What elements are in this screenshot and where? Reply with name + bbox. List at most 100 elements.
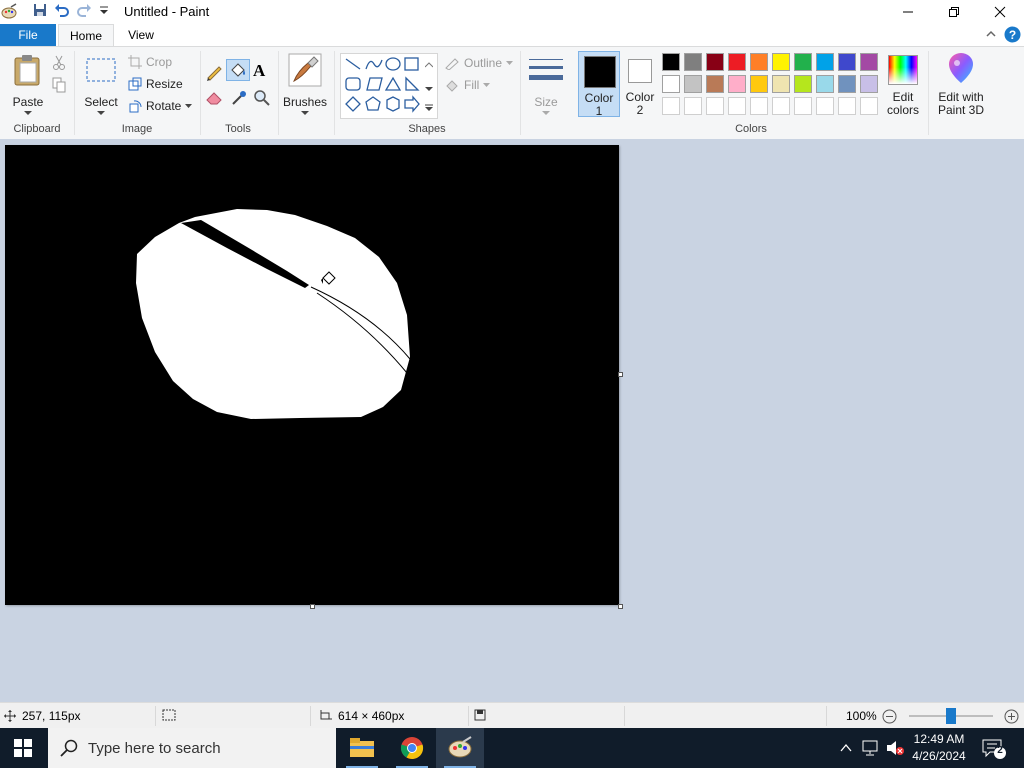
- brushes-button[interactable]: Brushes: [282, 51, 328, 117]
- shapes-gallery[interactable]: [340, 53, 438, 119]
- palette-swatch[interactable]: [706, 53, 724, 71]
- taskbar-chrome[interactable]: [388, 728, 436, 768]
- palette-swatch[interactable]: [728, 53, 746, 71]
- notifications-icon[interactable]: 2: [982, 738, 1008, 763]
- palette-swatch[interactable]: [794, 53, 812, 71]
- save-icon[interactable]: [32, 2, 50, 20]
- palette-swatch[interactable]: [772, 97, 790, 115]
- palette-swatch[interactable]: [816, 97, 834, 115]
- brushes-dropdown-icon: [301, 111, 309, 115]
- svg-text:?: ?: [1009, 28, 1016, 42]
- shapes-scroll-down-icon[interactable]: [425, 81, 433, 95]
- palette-swatch[interactable]: [860, 97, 878, 115]
- edit-colors-button[interactable]: Edit colors: [884, 51, 922, 117]
- volume-muted-icon[interactable]: [886, 740, 904, 759]
- palette-swatch[interactable]: [662, 97, 680, 115]
- palette-swatch[interactable]: [706, 75, 724, 93]
- pencil-icon[interactable]: [205, 63, 223, 84]
- magnifier-icon[interactable]: [253, 89, 271, 110]
- canvas-workspace[interactable]: [0, 139, 1024, 702]
- outline-button[interactable]: Outline: [444, 56, 514, 70]
- palette-swatch[interactable]: [662, 75, 680, 93]
- palette-swatch[interactable]: [794, 75, 812, 93]
- edit-with-paint3d-button[interactable]: Edit with Paint 3D: [932, 51, 990, 117]
- color2-button[interactable]: Color 2: [620, 51, 660, 117]
- taskbar-search-box[interactable]: Type here to search: [48, 728, 336, 768]
- shapes-scroll-up-icon[interactable]: [424, 57, 434, 71]
- resize-handle-bottom[interactable]: [310, 604, 315, 609]
- palette-swatch[interactable]: [706, 97, 724, 115]
- palette-swatch[interactable]: [772, 53, 790, 71]
- select-button[interactable]: Select: [80, 51, 122, 117]
- tab-file[interactable]: File: [0, 24, 56, 46]
- drawing-canvas[interactable]: [5, 145, 619, 605]
- eraser-icon[interactable]: [205, 89, 223, 108]
- clock-time: 12:49 AM: [913, 732, 965, 746]
- palette-swatch[interactable]: [728, 97, 746, 115]
- minimize-button[interactable]: [885, 0, 931, 24]
- fill-button[interactable]: Fill: [444, 78, 491, 92]
- color1-button[interactable]: Color 1: [578, 51, 620, 118]
- palette-swatch[interactable]: [684, 75, 702, 93]
- outline-label: Outline: [464, 56, 503, 70]
- palette-swatch[interactable]: [662, 53, 680, 71]
- fill-with-color-icon[interactable]: [226, 59, 250, 81]
- paste-button[interactable]: Paste: [8, 51, 48, 117]
- help-icon[interactable]: ?: [1004, 26, 1021, 46]
- notification-count: 2: [997, 745, 1003, 756]
- resize-button[interactable]: Resize: [128, 77, 183, 91]
- tab-home[interactable]: Home: [58, 24, 114, 47]
- copy-icon[interactable]: [52, 77, 66, 96]
- zoom-in-button[interactable]: [1004, 709, 1019, 727]
- palette-swatch[interactable]: [750, 75, 768, 93]
- close-button[interactable]: [977, 0, 1023, 24]
- brush-icon: [288, 53, 322, 87]
- zoom-out-button[interactable]: [882, 709, 897, 727]
- size-button[interactable]: Size: [526, 51, 566, 117]
- text-tool-icon[interactable]: A: [253, 61, 265, 81]
- restore-button[interactable]: [931, 0, 977, 24]
- palette-swatch[interactable]: [838, 75, 856, 93]
- palette-swatch[interactable]: [838, 97, 856, 115]
- paint-taskbar-icon: [448, 736, 472, 758]
- taskbar-paint[interactable]: [436, 728, 484, 768]
- palette-swatch[interactable]: [728, 75, 746, 93]
- zoom-slider-thumb[interactable]: [946, 708, 956, 724]
- palette-swatch[interactable]: [684, 97, 702, 115]
- taskbar-file-explorer[interactable]: [338, 728, 386, 768]
- fill-icon: [446, 80, 458, 92]
- shapes-more-icon[interactable]: [425, 101, 433, 115]
- network-icon[interactable]: [862, 740, 880, 759]
- clock-date: 4/26/2024: [912, 749, 966, 763]
- paint-app-icon[interactable]: [0, 3, 18, 21]
- color-picker-icon[interactable]: [230, 89, 248, 110]
- cut-icon[interactable]: [52, 55, 66, 74]
- crop-button[interactable]: Crop: [128, 55, 172, 69]
- resize-handle-right[interactable]: [618, 372, 623, 377]
- rotate-button[interactable]: Rotate: [128, 99, 193, 113]
- redo-icon[interactable]: [76, 2, 94, 20]
- palette-swatch[interactable]: [684, 53, 702, 71]
- palette-swatch[interactable]: [750, 53, 768, 71]
- palette-swatch[interactable]: [794, 97, 812, 115]
- collapse-ribbon-icon[interactable]: [985, 28, 997, 43]
- paste-label: Paste: [12, 95, 44, 109]
- palette-swatch[interactable]: [838, 53, 856, 71]
- undo-icon[interactable]: [54, 2, 72, 20]
- windows-start-icon[interactable]: [14, 739, 32, 760]
- clock[interactable]: 12:49 AM 4/26/2024: [906, 731, 972, 765]
- palette-swatch[interactable]: [860, 75, 878, 93]
- select-dropdown-icon: [97, 111, 105, 115]
- cursor-position-icon: [4, 710, 16, 722]
- palette-swatch[interactable]: [772, 75, 790, 93]
- palette-swatch[interactable]: [816, 53, 834, 71]
- zoom-level: 100%: [846, 709, 877, 723]
- customize-qat-icon[interactable]: [98, 2, 116, 20]
- tab-view[interactable]: View: [116, 24, 166, 46]
- palette-swatch[interactable]: [816, 75, 834, 93]
- show-hidden-icons[interactable]: [840, 742, 852, 756]
- palette-swatch[interactable]: [860, 53, 878, 71]
- palette-swatch[interactable]: [750, 97, 768, 115]
- zoom-slider-track[interactable]: [909, 708, 993, 724]
- resize-handle-corner[interactable]: [618, 604, 623, 609]
